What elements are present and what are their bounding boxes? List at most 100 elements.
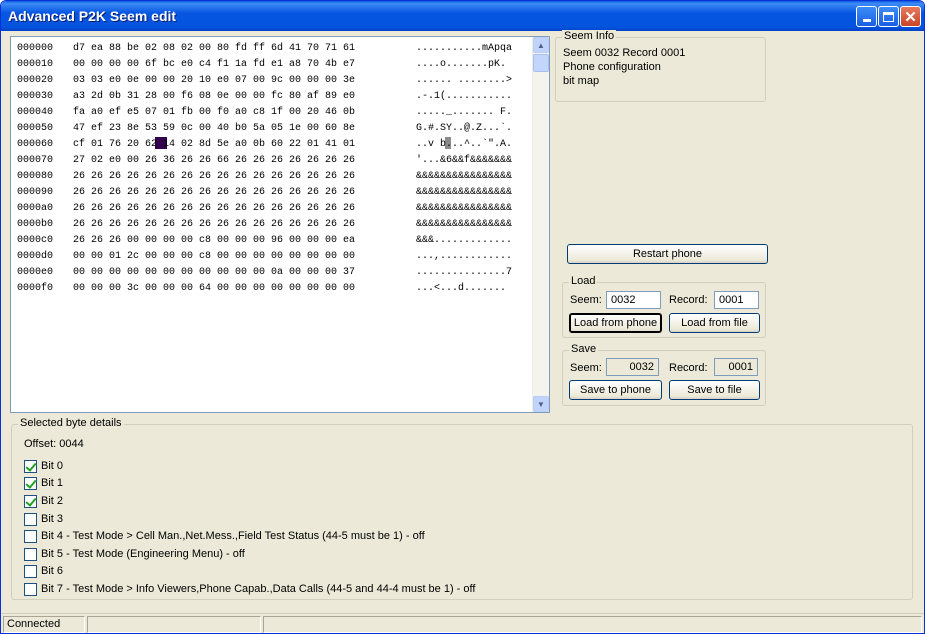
- hex-row-ascii[interactable]: ...,............: [416, 251, 512, 262]
- hex-row-offset: 000090: [17, 187, 54, 198]
- seem-info-line2: Phone configuration: [563, 61, 661, 73]
- hex-row-offset: 0000e0: [17, 267, 54, 278]
- hex-row-offset: 000040: [17, 107, 54, 118]
- seem-info-title: Seem Info: [562, 30, 617, 42]
- hex-row-bytes[interactable]: 00 00 01 2c 00 00 00 c8 00 00 00 00 00 0…: [73, 251, 355, 262]
- scroll-up-button[interactable]: ▲: [533, 37, 549, 53]
- hex-row-ascii[interactable]: .-.1(...........: [416, 91, 512, 102]
- hex-row-ascii[interactable]: &&&&&&&&&&&&&&&&: [416, 171, 512, 182]
- hex-row-bytes[interactable]: 26 26 26 00 00 00 00 c8 00 00 00 96 00 0…: [73, 235, 355, 246]
- bit-2-checkbox[interactable]: [24, 494, 37, 508]
- bit-4-checkbox-row[interactable]: Bit 4 - Test Mode > Cell Man.,Net.Mess.,…: [24, 529, 425, 543]
- hex-row-bytes[interactable]: 26 26 26 26 26 26 26 26 26 26 26 26 26 2…: [73, 203, 355, 214]
- selected-byte-details-group: Selected byte details Offset: 0044 Bit 0…: [11, 417, 913, 600]
- save-seem-field: 0032: [606, 358, 659, 376]
- close-icon: ✕: [904, 8, 917, 26]
- load-group: Load Seem: 0032 Record: 0001 Load from p…: [562, 275, 766, 338]
- save-to-phone-button[interactable]: Save to phone: [569, 380, 662, 400]
- hex-row-offset: 000060: [17, 139, 54, 150]
- hex-editor[interactable]: 000000 d7 ea 88 be 02 08 02 00 80 fd ff 6…: [10, 36, 550, 413]
- hex-row-bytes[interactable]: 26 26 26 26 26 26 26 26 26 26 26 26 26 2…: [73, 219, 355, 230]
- hex-row-ascii[interactable]: '...&6&&f&&&&&&&: [416, 155, 512, 166]
- hex-row-bytes[interactable]: 00 00 00 00 6f bc e0 c4 f1 1a fd e1 a8 7…: [73, 59, 355, 70]
- hex-row-offset: 000000: [17, 43, 54, 54]
- load-title: Load: [569, 275, 598, 287]
- bit-5-checkbox[interactable]: [24, 547, 37, 561]
- hex-row-bytes[interactable]: 26 26 26 26 26 26 26 26 26 26 26 26 26 2…: [73, 171, 355, 182]
- hex-row-ascii[interactable]: G.#.SY..@.Z...`.: [416, 123, 512, 134]
- bit-5-checkbox-row[interactable]: Bit 5 - Test Mode (Engineering Menu) - o…: [24, 547, 245, 561]
- seem-info-line1: Seem 0032 Record 0001: [563, 47, 686, 59]
- bit-5-label: Bit 5 - Test Mode (Engineering Menu) - o…: [41, 548, 245, 560]
- hex-row-offset: 0000d0: [17, 251, 54, 262]
- hex-row-bytes[interactable]: a3 2d 0b 31 28 00 f6 08 0e 00 00 fc 80 a…: [73, 91, 355, 102]
- hex-row-ascii[interactable]: ...........mApqa: [416, 43, 512, 54]
- load-from-phone-button[interactable]: Load from phone: [569, 313, 662, 333]
- hex-row-bytes[interactable]: 47 ef 23 8e 53 59 0c 00 40 b0 5a 05 1e 0…: [73, 123, 355, 134]
- seem-info-group: Seem Info Seem 0032 Record 0001 Phone co…: [555, 30, 766, 102]
- save-group: Save Seem: 0032 Record: 0001 Save to pho…: [562, 343, 766, 406]
- load-from-file-button[interactable]: Load from file: [669, 313, 760, 333]
- hex-row-offset: 0000b0: [17, 219, 54, 230]
- bit-7-checkbox[interactable]: [24, 582, 37, 596]
- restart-phone-button[interactable]: Restart phone: [567, 244, 768, 264]
- bit-4-checkbox[interactable]: [24, 529, 37, 543]
- hex-row-bytes[interactable]: cf 01 76 20 62 14 02 8d 5e a0 0b 60 22 0…: [73, 139, 355, 150]
- hex-row-ascii[interactable]: ...............7: [416, 267, 512, 278]
- hex-rows[interactable]: 000000 d7 ea 88 be 02 08 02 00 80 fd ff 6…: [11, 37, 533, 412]
- bit-1-checkbox-row[interactable]: Bit 1: [24, 476, 63, 490]
- load-seem-input[interactable]: 0032: [606, 291, 661, 309]
- vertical-scrollbar[interactable]: ▲ ▼: [532, 37, 549, 412]
- arrow-up-icon: ▲: [537, 40, 545, 50]
- bit-3-checkbox[interactable]: [24, 512, 37, 526]
- status-cell-3: [263, 616, 922, 633]
- hex-row-bytes[interactable]: 27 02 e0 00 26 36 26 26 66 26 26 26 26 2…: [73, 155, 355, 166]
- hex-row-offset: 000030: [17, 91, 54, 102]
- hex-row-ascii[interactable]: &&&&&&&&&&&&&&&&: [416, 187, 512, 198]
- hex-row-offset: 0000f0: [17, 283, 54, 294]
- bit-4-label: Bit 4 - Test Mode > Cell Man.,Net.Mess.,…: [41, 530, 425, 542]
- save-record-label: Record:: [669, 362, 708, 374]
- hex-row-bytes[interactable]: 03 03 e0 0e 00 00 20 10 e0 07 00 9c 00 0…: [73, 75, 355, 86]
- maximize-button[interactable]: [878, 6, 899, 27]
- close-button[interactable]: ✕: [900, 6, 921, 27]
- hex-row-ascii[interactable]: &&&.............: [416, 235, 512, 246]
- hex-row-offset: 000080: [17, 171, 54, 182]
- title-bar[interactable]: Advanced P2K Seem edit ✕: [1, 1, 924, 31]
- hex-row-ascii[interactable]: ..v b...^..`".A.: [416, 139, 512, 150]
- bit-6-checkbox-row[interactable]: Bit 6: [24, 564, 63, 578]
- hex-row-bytes[interactable]: fa a0 ef e5 07 01 fb 00 f0 a0 c8 1f 00 2…: [73, 107, 355, 118]
- hex-row-ascii[interactable]: &&&&&&&&&&&&&&&&: [416, 219, 512, 230]
- bit-0-checkbox-row[interactable]: Bit 0: [24, 459, 63, 473]
- minimize-button[interactable]: [856, 6, 877, 27]
- bit-7-checkbox-row[interactable]: Bit 7 - Test Mode > Info Viewers,Phone C…: [24, 582, 475, 596]
- bit-1-label: Bit 1: [41, 477, 64, 489]
- save-seem-label: Seem:: [570, 362, 602, 374]
- hex-row-ascii[interactable]: ....o.......pK.: [416, 59, 506, 70]
- hex-row-bytes[interactable]: d7 ea 88 be 02 08 02 00 80 fd ff 6d 41 7…: [73, 43, 355, 54]
- bit-2-checkbox-row[interactable]: Bit 2: [24, 494, 63, 508]
- bit-3-label: Bit 3: [41, 513, 64, 525]
- bit-0-label: Bit 0: [41, 460, 64, 472]
- scroll-thumb[interactable]: [533, 54, 549, 72]
- save-to-file-button[interactable]: Save to file: [669, 380, 760, 400]
- hex-row-bytes[interactable]: 00 00 00 00 00 00 00 00 00 00 00 0a 00 0…: [73, 267, 355, 278]
- load-record-input[interactable]: 0001: [714, 291, 759, 309]
- details-title: Selected byte details: [18, 417, 124, 429]
- app-window: Advanced P2K Seem edit ✕ 000000 d7 ea 88 …: [0, 0, 925, 634]
- hex-row-bytes[interactable]: 00 00 00 3c 00 00 00 64 00 00 00 00 00 0…: [73, 283, 355, 294]
- hex-row-bytes[interactable]: 26 26 26 26 26 26 26 26 26 26 26 26 26 2…: [73, 187, 355, 198]
- hex-row-ascii[interactable]: ...<...d.......: [416, 283, 506, 294]
- hex-row-offset: 000020: [17, 75, 54, 86]
- bit-3-checkbox-row[interactable]: Bit 3: [24, 512, 63, 526]
- bit-6-checkbox[interactable]: [24, 564, 37, 578]
- bit-1-checkbox[interactable]: [24, 476, 37, 490]
- load-seem-label: Seem:: [570, 294, 602, 306]
- hex-row-ascii[interactable]: ...... ........>: [416, 75, 512, 86]
- bit-0-checkbox[interactable]: [24, 459, 37, 473]
- hex-row-ascii[interactable]: &&&&&&&&&&&&&&&&: [416, 203, 512, 214]
- hex-row-ascii[interactable]: ....._....... F.: [416, 107, 512, 118]
- bit-2-label: Bit 2: [41, 495, 64, 507]
- bit-6-label: Bit 6: [41, 565, 64, 577]
- scroll-down-button[interactable]: ▼: [533, 396, 549, 412]
